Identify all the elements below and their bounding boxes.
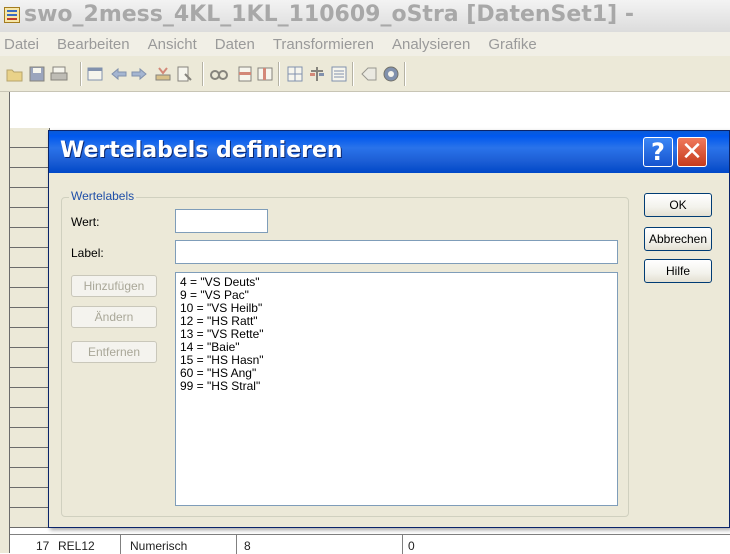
row-header[interactable] — [10, 348, 50, 368]
row-header[interactable] — [10, 128, 50, 148]
value-labels-list[interactable]: 4 = "VS Deuts" 9 = "VS Pac" 10 = "VS Hei… — [175, 272, 618, 506]
row-header[interactable] — [10, 228, 50, 248]
insert-cases-icon[interactable] — [236, 65, 254, 83]
wert-label: Wert: — [71, 215, 100, 229]
find-icon[interactable] — [210, 65, 228, 83]
help-button[interactable]: Hilfe — [644, 259, 712, 283]
row-header[interactable] — [10, 168, 50, 188]
label-label: Label: — [71, 246, 104, 260]
row-header[interactable] — [10, 288, 50, 308]
menu-transformieren[interactable]: Transformieren — [269, 36, 374, 53]
row-header[interactable] — [10, 468, 50, 488]
add-button[interactable]: Hinzufügen — [71, 275, 157, 297]
row-header[interactable] — [10, 328, 50, 348]
select-cases-icon[interactable] — [330, 65, 348, 83]
insert-variable-icon[interactable] — [256, 65, 274, 83]
row-header[interactable] — [10, 148, 50, 168]
close-icon[interactable]: ✕ — [677, 137, 707, 167]
column-divider — [236, 535, 237, 554]
row-header[interactable] — [10, 448, 50, 468]
cancel-button[interactable]: Abbrechen — [644, 227, 712, 251]
dialog-title: Wertelabels definieren — [60, 138, 343, 163]
row-header[interactable] — [10, 268, 50, 288]
menubar: Datei Bearbeiten Ansicht Daten Transform… — [0, 32, 730, 56]
print-icon[interactable] — [50, 65, 68, 83]
wert-input[interactable] — [175, 209, 268, 233]
label-input[interactable] — [175, 240, 618, 264]
variable-name: REL12 — [58, 539, 95, 553]
row-header[interactable] — [10, 388, 50, 408]
menu-analysieren[interactable]: Analysieren — [388, 36, 470, 53]
row-header[interactable] — [10, 428, 50, 448]
open-icon[interactable] — [6, 65, 24, 83]
variable-decimals: 0 — [408, 539, 415, 553]
split-file-icon[interactable] — [286, 65, 304, 83]
app-titlebar: swo_2mess_4KL_1KL_110609_oStra [DatenSet… — [0, 0, 730, 32]
row-header[interactable] — [10, 508, 50, 528]
goto-case-icon[interactable] — [154, 65, 172, 83]
variables-icon[interactable] — [176, 65, 194, 83]
dialog-titlebar[interactable]: Wertelabels definieren ? ✕ — [49, 131, 729, 173]
toolbar — [0, 56, 730, 92]
spss-data-icon — [4, 7, 20, 23]
save-icon[interactable] — [28, 65, 46, 83]
app-title: swo_2mess_4KL_1KL_110609_oStra [DatenSet… — [24, 2, 634, 27]
list-item[interactable]: 99 = "HS Stral" — [180, 380, 613, 393]
menu-datei[interactable]: Datei — [0, 36, 39, 53]
toolbar-separator — [404, 62, 405, 86]
row-header[interactable] — [10, 408, 50, 428]
menu-daten[interactable]: Daten — [211, 36, 255, 53]
column-divider — [402, 535, 403, 554]
row-header[interactable] — [10, 368, 50, 388]
group-title: Wertelabels — [69, 189, 137, 203]
use-sets-icon[interactable] — [382, 65, 400, 83]
toolbar-separator — [352, 62, 353, 86]
dialog-recall-icon[interactable] — [86, 65, 104, 83]
help-icon[interactable]: ? — [643, 137, 673, 167]
variable-type: Numerisch — [130, 539, 188, 553]
table-row[interactable]: 17 REL12 Numerisch 8 0 — [10, 534, 730, 554]
change-button[interactable]: Ändern — [71, 306, 157, 328]
menu-bearbeiten[interactable]: Bearbeiten — [53, 36, 130, 53]
remove-button[interactable]: Entfernen — [71, 341, 157, 363]
variable-width: 8 — [244, 539, 251, 553]
menu-ansicht[interactable]: Ansicht — [144, 36, 197, 53]
list-item[interactable]: 13 = "VS Rette" — [180, 328, 613, 341]
menu-grafiken[interactable]: Grafike — [484, 36, 536, 53]
value-labels-icon[interactable] — [360, 65, 378, 83]
redo-icon[interactable] — [130, 65, 148, 83]
ok-button[interactable]: OK — [644, 193, 712, 217]
row-header[interactable] — [10, 488, 50, 508]
toolbar-separator — [202, 62, 203, 86]
row-header[interactable] — [10, 248, 50, 268]
undo-icon[interactable] — [110, 65, 128, 83]
weight-cases-icon[interactable] — [308, 65, 326, 83]
row-header[interactable] — [10, 188, 50, 208]
row-number: 17 — [36, 539, 50, 553]
grid-left-strip — [0, 92, 10, 553]
toolbar-separator — [278, 62, 279, 86]
row-header[interactable] — [10, 208, 50, 228]
column-divider — [120, 535, 121, 554]
value-labels-dialog: Wertelabels definieren ? ✕ Wertelabels W… — [48, 130, 730, 528]
row-header[interactable] — [10, 308, 50, 328]
toolbar-separator — [80, 62, 81, 86]
